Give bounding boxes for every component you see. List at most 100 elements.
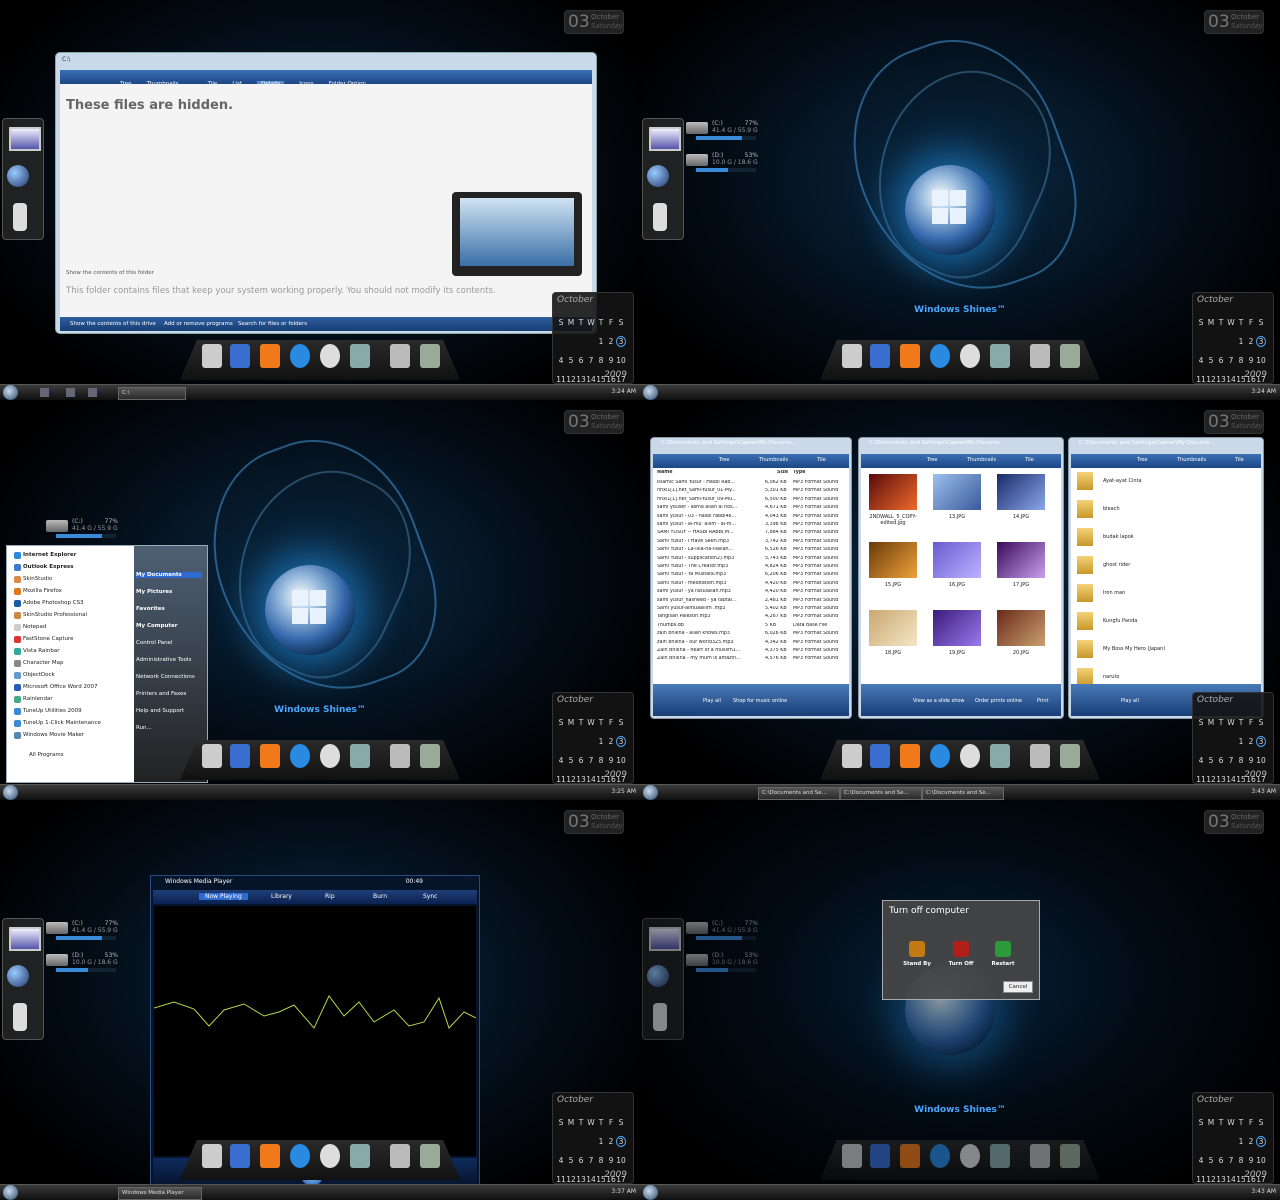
folder-label[interactable]: My Boss My Hero (Japan) [1103, 646, 1165, 652]
calendar-day[interactable]: 14 [586, 375, 596, 384]
folder-icon[interactable] [1077, 640, 1093, 658]
start-orb-icon[interactable] [3, 1185, 18, 1200]
folder-icon[interactable] [1030, 344, 1050, 368]
calendar-day[interactable]: 7 [1226, 756, 1236, 765]
task-button[interactable]: C:\ [118, 387, 186, 400]
slideshow-link[interactable]: View as a slide show [913, 698, 965, 704]
folder-label[interactable]: Ayat-ayat Cinta [1103, 478, 1142, 484]
toolbar-tree[interactable]: Tree [927, 457, 937, 463]
toolbar-thumbnails[interactable]: Thumbnails [967, 457, 996, 463]
restart-button[interactable]: Restart [983, 961, 1023, 967]
toolbar-tile[interactable]: Tile [1025, 457, 1034, 463]
task-button[interactable]: C:\Documents and Se... [840, 787, 922, 800]
file-row[interactable]: sami yusuf - 03 - hasbi rabbi46... 4,043 … [655, 514, 847, 522]
cancel-button[interactable]: Cancel [1003, 981, 1033, 993]
explorer-window[interactable]: C:\ Tree Thumbnails Tile List Details Ic… [55, 52, 597, 334]
file-row[interactable]: Sami Yusuf - supplication2).mp3 5,743 KB M… [655, 556, 847, 564]
calendar-day[interactable]: 13 [1216, 775, 1226, 784]
file-row[interactable]: nnxi1[1].net_Sami-Yusuf_01-My... 5,301 KB… [655, 488, 847, 496]
calendar-day[interactable]: 5 [566, 1156, 576, 1165]
media-player-icon[interactable] [900, 1144, 920, 1168]
image-thumbnail[interactable] [933, 542, 981, 578]
program-item[interactable]: FastStone Capture [23, 636, 74, 642]
calendar-day[interactable]: 3 [1256, 1136, 1266, 1147]
folder-label[interactable]: Iron man [1103, 590, 1125, 596]
play-all-link[interactable]: Play all [703, 698, 721, 704]
show-contents-link[interactable]: Show the contents of this folder [66, 270, 154, 276]
warning-icon[interactable] [202, 1144, 222, 1168]
network-icon[interactable] [647, 165, 669, 187]
recycle-bin-icon[interactable] [1060, 744, 1080, 768]
pictures-folder-window[interactable]: C:\Documents and Settings\Caesar\My Docu… [858, 437, 1064, 719]
task-button[interactable]: Windows Media Player [118, 1187, 202, 1200]
tab-now-playing[interactable]: Now Playing [199, 893, 248, 900]
internet-explorer-icon[interactable] [290, 1144, 310, 1168]
calendar-day[interactable]: 6 [1216, 356, 1226, 365]
image-thumbnail[interactable] [933, 610, 981, 646]
program-item[interactable]: TuneUp Utilities 2009 [23, 708, 82, 714]
start-place-item[interactable]: Printers and Faxes [136, 691, 186, 697]
folder-icon[interactable] [390, 344, 410, 368]
tab-burn[interactable]: Burn [373, 893, 387, 900]
calendar-day[interactable]: 2 [1246, 1137, 1256, 1146]
file-row[interactable]: Thumbs.db 5 KB Data Base File [655, 623, 847, 631]
calendar-day[interactable]: 2 [1246, 337, 1256, 346]
start-place-item[interactable]: Control Panel [136, 640, 172, 646]
calendar-icon[interactable] [870, 1144, 890, 1168]
task-add-remove[interactable]: Add or remove programs [164, 321, 233, 327]
folder-icon[interactable] [390, 1144, 410, 1168]
calendar-day[interactable]: 14 [1226, 375, 1236, 384]
recycle-bin-icon[interactable] [420, 1144, 440, 1168]
cd-icon[interactable] [320, 744, 340, 768]
network-icon[interactable] [7, 965, 29, 987]
file-row[interactable]: Sami Yusuf - The Creator.mp3 4,824 KB MP3 … [655, 564, 847, 572]
calendar-icon[interactable] [870, 344, 890, 368]
image-thumbnail[interactable] [869, 542, 917, 578]
calendar-day[interactable]: 4 [556, 1156, 566, 1165]
calendar-day[interactable]: 2 [606, 1137, 616, 1146]
calendar-day[interactable]: 13 [576, 375, 586, 384]
network-icon[interactable] [647, 965, 669, 987]
cd-icon[interactable] [320, 1144, 340, 1168]
tab-rip[interactable]: Rip [325, 893, 335, 900]
calendar-day[interactable]: 1 [596, 1137, 606, 1146]
power-icon[interactable] [953, 941, 969, 957]
calendar-day[interactable]: 11 [1196, 1175, 1206, 1184]
calendar-day[interactable]: 1 [1236, 337, 1246, 346]
toolbar-tile[interactable]: Tile [1235, 457, 1244, 463]
toolbar-thumbnails[interactable]: Thumbnails [759, 457, 788, 463]
task-show-drive[interactable]: Show the contents of this drive [70, 321, 156, 327]
folder-icon[interactable] [1077, 668, 1093, 684]
file-row[interactable]: Sami Yusuf - meditation.mp3 4,420 KB MP3 F… [655, 581, 847, 589]
program-item[interactable]: Rainlendar [23, 696, 53, 702]
file-row[interactable]: Zain Bhikha - heart of a muslim1... 4,375… [655, 648, 847, 656]
calendar-day[interactable]: 8 [596, 356, 606, 365]
image-thumbnail[interactable] [933, 474, 981, 510]
calendar-icon[interactable] [230, 1144, 250, 1168]
file-row[interactable]: Sami Yusuf - La-ilila-ha-illallan... 6,52… [655, 547, 847, 555]
program-item[interactable]: Microsoft Office Word 2007 [23, 684, 97, 690]
file-row[interactable]: Sami Yusuf - Ya Mustafa.mp3 6,206 KB MP3 F… [655, 572, 847, 580]
task-search[interactable]: Search for files or folders [238, 321, 307, 327]
folder-icon[interactable] [1030, 1144, 1050, 1168]
folder-label[interactable]: bleach [1103, 506, 1120, 512]
documents-icon[interactable] [350, 1144, 370, 1168]
restart-icon[interactable] [995, 941, 1011, 957]
calendar-day[interactable]: 4 [1196, 756, 1206, 765]
calendar-day[interactable]: 9 [606, 356, 616, 365]
calendar-day[interactable]: 8 [1236, 1156, 1246, 1165]
recycle-bin-icon[interactable] [1060, 1144, 1080, 1168]
calendar-day[interactable]: 11 [556, 375, 566, 384]
file-row[interactable]: SAMI YUSUF -- HASBI RABBI.M... 7,884 KB MP… [655, 530, 847, 538]
cd-icon[interactable] [320, 344, 340, 368]
calendar-day[interactable]: 11 [1196, 775, 1206, 784]
image-thumbnail[interactable] [997, 474, 1045, 510]
standby-button[interactable]: Stand By [897, 961, 937, 967]
col-type[interactable]: Type [793, 470, 806, 475]
all-programs-link[interactable]: All Programs [29, 752, 64, 758]
start-place-item[interactable]: Administrative Tools [136, 657, 191, 663]
documents-icon[interactable] [350, 744, 370, 768]
calendar-day[interactable]: 9 [1246, 1156, 1256, 1165]
calendar-day[interactable]: 6 [576, 756, 586, 765]
program-item[interactable]: Windows Movie Maker [23, 732, 84, 738]
